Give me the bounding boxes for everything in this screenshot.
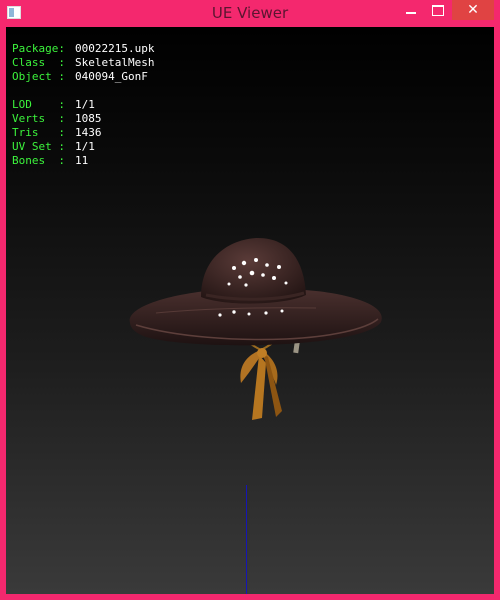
minimize-icon (406, 12, 416, 14)
z-axis-line (246, 485, 247, 594)
title-bar[interactable]: UE Viewer ✕ (0, 0, 500, 27)
maximize-icon (432, 5, 444, 16)
maximize-button[interactable] (424, 0, 450, 20)
info-tris: Tris :1436 (12, 126, 102, 139)
3d-viewport[interactable]: Package: 00022215.upk Class : SkeletalMesh… (6, 27, 494, 594)
info-class: Class : SkeletalMesh (12, 56, 155, 69)
hat-mesh[interactable] (116, 205, 396, 425)
info-object: Object :040094_GonF (12, 70, 148, 83)
info-lod: LOD :1/1 (12, 98, 95, 111)
info-package: Package: 00022215.upk (12, 42, 155, 55)
info-uvset: UV Set :1/1 (12, 140, 95, 153)
info-bones: Bones :11 (12, 154, 89, 167)
close-icon: ✕ (467, 2, 479, 18)
app-window: UE Viewer ✕ Package: 00022215.upk Class :… (0, 0, 500, 600)
hat-bow (240, 348, 282, 420)
close-button[interactable]: ✕ (452, 0, 494, 20)
info-verts: Verts :1085 (12, 112, 102, 125)
minimize-button[interactable] (400, 0, 422, 20)
